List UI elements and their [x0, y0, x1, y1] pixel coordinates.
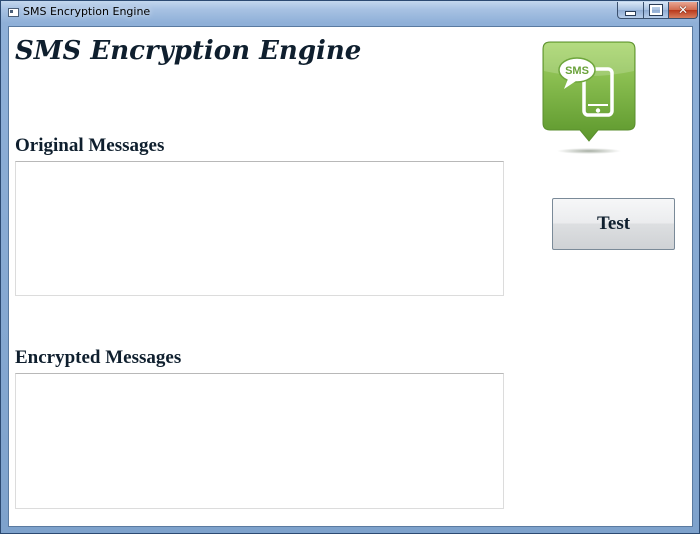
minimize-button[interactable] — [617, 2, 644, 19]
title-bar[interactable]: SMS Encryption Engine ✕ — [1, 1, 699, 25]
maximize-icon — [649, 4, 663, 16]
test-button[interactable]: Test — [552, 198, 675, 250]
window-title: SMS Encryption Engine — [23, 5, 151, 18]
client-area: SMS Encryption Engine Original Messages … — [8, 26, 693, 527]
page-title: SMS Encryption Engine — [15, 36, 362, 66]
original-messages-label: Original Messages — [15, 135, 165, 156]
logo-sms-text: SMS — [565, 65, 589, 77]
app-window: SMS Encryption Engine ✕ SMS Encryption E… — [0, 0, 700, 534]
encrypted-messages-label: Encrypted Messages — [15, 347, 182, 368]
app-window-icon[interactable] — [8, 8, 19, 17]
original-messages-field[interactable] — [15, 161, 504, 296]
close-button[interactable]: ✕ — [668, 2, 698, 19]
encrypted-messages-field[interactable] — [15, 373, 504, 509]
close-icon: ✕ — [677, 3, 689, 17]
minimize-icon — [625, 10, 636, 16]
sms-logo-icon: SMS — [542, 41, 636, 154]
maximize-button[interactable] — [643, 2, 669, 19]
